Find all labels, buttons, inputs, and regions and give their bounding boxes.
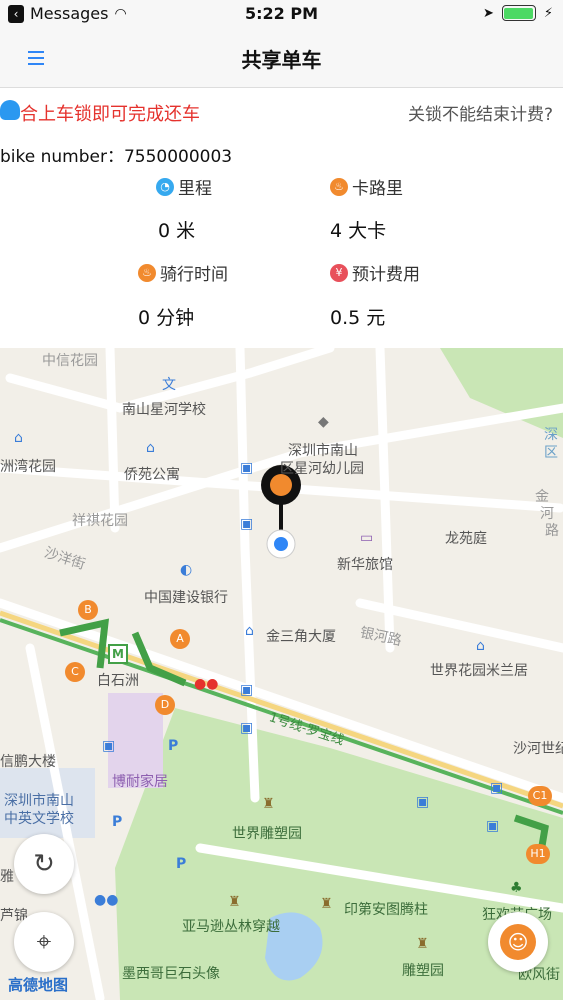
yen-icon: ¥ <box>330 263 348 282</box>
map-label: 世界雕塑园 <box>232 826 302 842</box>
parking-icon: P <box>168 738 179 754</box>
parking-icon: P <box>176 856 187 872</box>
headset-icon: ☺ <box>500 924 536 960</box>
map-label: 深 <box>544 427 558 443</box>
calorie-icon: ♨ <box>330 177 348 196</box>
map-label: 深圳市南山 <box>4 793 74 809</box>
map-label: 深圳市南山 <box>288 443 358 459</box>
map-label: 白石洲 <box>97 673 139 689</box>
sculpture-icon: ♜ <box>262 796 275 812</box>
bus-stop-icon: ▣ <box>102 738 116 754</box>
map-label: 雅 <box>0 869 14 885</box>
stat-fee-value: 0.5 元 <box>330 307 386 329</box>
bus-stop-icon: ▣ <box>416 794 430 810</box>
sculpture-icon: ♜ <box>228 894 241 910</box>
page-title: 共享单车 <box>241 48 322 72</box>
bus-stop-icon: ▣ <box>240 460 254 476</box>
map-label: 金三角大厦 <box>266 629 336 645</box>
map-label: 印第安图腾柱 <box>344 902 428 918</box>
map-label: 龙苑庭 <box>445 531 487 547</box>
map-label: 区 <box>544 445 558 461</box>
map-label: 新华旅馆 <box>337 557 393 573</box>
refresh-icon: ↻ <box>33 849 55 879</box>
traffic-light-icon: ●● <box>194 676 219 692</box>
bus-stop-icon: ▣ <box>240 516 254 532</box>
map-label: 区星河幼儿园 <box>280 461 364 477</box>
building-icon: ⌂ <box>245 623 254 639</box>
lock-help-link[interactable]: 关锁不能结束计费? <box>408 100 553 125</box>
customer-service-button[interactable]: ☺ <box>488 912 548 972</box>
status-time: 5:22 PM <box>244 4 318 23</box>
tree-icon: ♣ <box>510 880 523 896</box>
station-marker-d[interactable]: D <box>155 695 175 715</box>
map-label: 信鹏大楼 <box>0 754 56 770</box>
building-icon: ⌂ <box>14 430 23 446</box>
lock-bar: 合上车锁即可完成还车 关锁不能结束计费? <box>0 96 563 125</box>
map-label: 世界花园米兰居 <box>430 663 528 679</box>
station-marker-c1[interactable]: C1 <box>528 786 552 806</box>
station-marker-a[interactable]: A <box>170 629 190 649</box>
map-label: 亚马逊丛林穿越 <box>182 919 280 935</box>
crosshair-icon: ⌖ <box>36 926 52 957</box>
lock-message: 合上车锁即可完成还车 <box>20 104 200 125</box>
station-marker-b[interactable]: B <box>78 600 98 620</box>
locate-button[interactable]: ⌖ <box>14 912 74 972</box>
map-label: 中英文学校 <box>4 811 74 827</box>
bus-stop-icon: ▣ <box>240 682 254 698</box>
bank-icon: ◐ <box>180 562 193 578</box>
school-icon: 文 <box>162 377 176 393</box>
battery-icon <box>501 5 536 21</box>
map-label: 祥祺花园 <box>72 513 128 529</box>
station-marker-h1[interactable]: H1 <box>526 844 550 864</box>
building-icon: ⌂ <box>476 638 485 654</box>
location-arrow-icon: ➤ <box>482 5 494 21</box>
station-marker-c[interactable]: C <box>65 662 85 682</box>
ride-info-panel: 合上车锁即可完成还车 关锁不能结束计费? bike number：7550000… <box>0 88 563 348</box>
bus-stop-icon: ▣ <box>240 720 254 736</box>
bike-number: bike number：7550000003 <box>0 142 232 167</box>
parking-icon: P <box>112 814 123 830</box>
charging-icon: ⚡ <box>543 5 553 21</box>
time-icon: ♨ <box>138 263 156 282</box>
status-bar: ‹ Messages ◠ 5:22 PM ➤ ⚡ <box>0 0 563 30</box>
map-view[interactable]: B A C D C1 H1 M 中信花园 南山星河学校 深圳市南山 区星河幼儿园… <box>0 348 563 1000</box>
map-label: 洲湾花园 <box>0 459 56 475</box>
map-label: 雕塑园 <box>402 963 444 979</box>
stat-time-label: ♨ 骑行时间 <box>138 260 228 285</box>
bike-number-label: bike number： <box>0 147 124 167</box>
refresh-button[interactable]: ↻ <box>14 834 74 894</box>
stat-calorie-value: 4 大卡 <box>330 220 387 242</box>
stat-time-value: 0 分钟 <box>138 307 195 329</box>
metro-station-icon: M <box>108 644 128 664</box>
bike-number-value: 7550000003 <box>123 147 233 167</box>
map-provider-logo: 高德地图 <box>8 976 69 994</box>
map-label: 中国建设银行 <box>144 590 228 606</box>
navigation-bar: 共享单车 <box>0 30 563 88</box>
bus-stop-icon: ▣ <box>490 780 504 796</box>
map-label: 中信花园 <box>42 353 98 369</box>
building-icon: ⌂ <box>146 440 155 456</box>
landmark-icon: ◆ <box>318 414 329 430</box>
map-label: 沙河世纪 <box>513 741 563 757</box>
map-label: 路 <box>545 523 559 539</box>
map-label: 博耐家居 <box>112 774 168 790</box>
bus-stop-icon: ▣ <box>486 818 500 834</box>
stat-mileage-label: ◔ 里程 <box>156 174 212 199</box>
mileage-icon: ◔ <box>156 177 174 196</box>
traffic-light-icon: ●● <box>94 892 119 908</box>
sculpture-icon: ♜ <box>416 936 429 952</box>
map-label: 墨西哥巨石头像 <box>122 966 220 982</box>
map-label: 南山星河学校 <box>122 402 206 418</box>
stat-calorie-label: ♨ 卡路里 <box>330 174 403 199</box>
sculpture-icon: ♜ <box>320 896 333 912</box>
stat-mileage-value: 0 米 <box>158 220 196 242</box>
map-label: 侨苑公寓 <box>124 467 180 483</box>
hotel-icon: ▭ <box>360 530 374 546</box>
lock-icon <box>0 100 20 120</box>
stat-fee-label: ¥ 预计费用 <box>330 260 420 285</box>
